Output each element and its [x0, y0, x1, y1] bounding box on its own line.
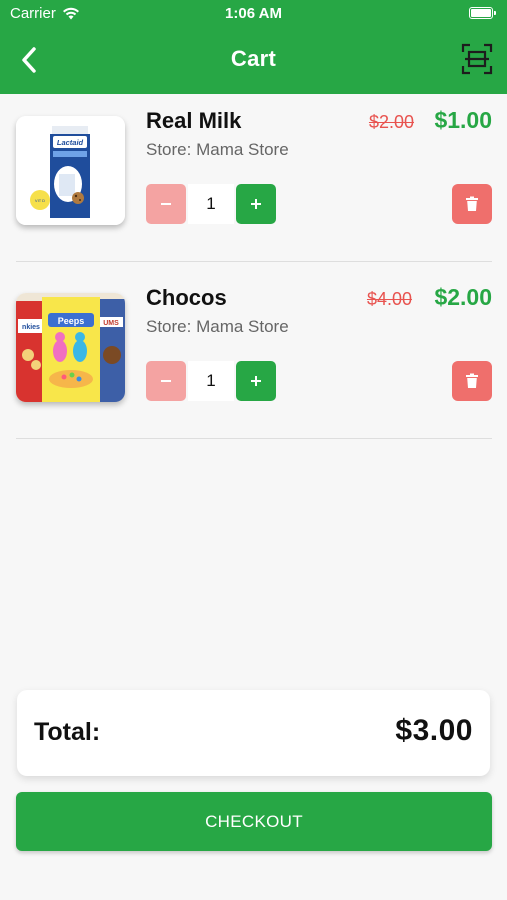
svg-text:UMS: UMS — [103, 320, 119, 327]
svg-text:Peeps: Peeps — [58, 316, 85, 326]
app-header: Carrier 1:06 AM Cart — [0, 0, 507, 94]
product-image: Lactaid VIT D — [16, 116, 125, 225]
scan-frame-icon — [461, 43, 493, 75]
checkout-button[interactable]: CHECKOUT — [16, 792, 492, 851]
sale-price: $1.00 — [434, 107, 492, 133]
cart-item: nkies UMS Peeps Chocos Store: Mama Store… — [16, 271, 492, 402]
sale-price: $2.00 — [434, 284, 492, 310]
svg-text:nkies: nkies — [22, 324, 40, 331]
status-bar: Carrier 1:06 AM — [0, 0, 507, 28]
nav-bar: Cart — [0, 28, 507, 94]
quantity-value: 1 — [188, 361, 234, 401]
trash-icon — [466, 196, 478, 211]
store-name: Store: Mama Store — [146, 317, 289, 336]
decrease-quantity-button[interactable] — [146, 184, 186, 224]
product-name: Real Milk — [146, 108, 242, 133]
cart-item: Lactaid VIT D Real Milk Store: Mama Stor… — [16, 94, 492, 225]
item-divider — [16, 261, 492, 262]
svg-text:VIT D: VIT D — [35, 198, 45, 203]
increase-quantity-button[interactable] — [236, 184, 276, 224]
total-card: Total: $3.00 — [17, 690, 490, 776]
page-title: Cart — [230, 46, 277, 71]
original-price: $2.00 — [368, 112, 414, 132]
product-name: Chocos — [146, 285, 227, 310]
original-price: $4.00 — [366, 289, 412, 309]
milk-carton-image: Lactaid VIT D — [16, 116, 125, 225]
increase-quantity-button[interactable] — [236, 361, 276, 401]
total-value: $3.00 — [395, 714, 473, 747]
plus-icon — [251, 199, 261, 209]
delete-item-button[interactable] — [452, 184, 492, 224]
svg-text:Lactaid: Lactaid — [57, 138, 84, 147]
product-image: nkies UMS Peeps — [16, 293, 125, 402]
item-divider — [16, 438, 492, 439]
battery-icon — [469, 7, 496, 19]
quantity-value: 1 — [188, 184, 234, 224]
minus-icon — [161, 203, 171, 205]
delete-item-button[interactable] — [452, 361, 492, 401]
scan-button[interactable] — [459, 41, 495, 77]
status-time: 1:06 AM — [225, 5, 282, 22]
total-label: Total: — [34, 718, 101, 746]
trash-icon — [466, 373, 478, 388]
decrease-quantity-button[interactable] — [146, 361, 186, 401]
minus-icon — [161, 380, 171, 382]
plus-icon — [251, 376, 261, 386]
cereal-boxes-image: nkies UMS Peeps — [16, 293, 125, 402]
store-name: Store: Mama Store — [146, 140, 289, 159]
